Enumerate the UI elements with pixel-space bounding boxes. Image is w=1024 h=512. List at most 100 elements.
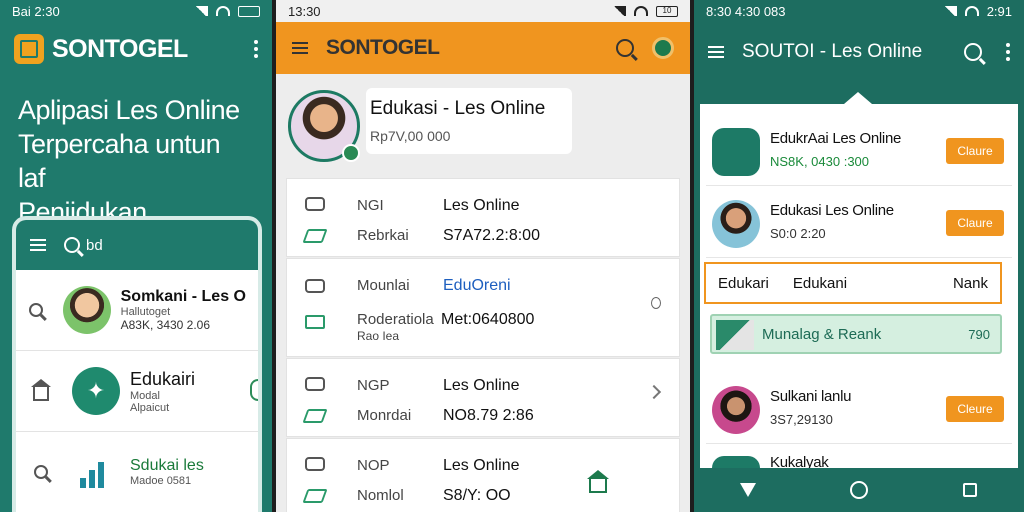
row-value: Les Online bbox=[443, 197, 520, 214]
banner-value: 790 bbox=[968, 326, 990, 342]
search-icon[interactable] bbox=[64, 237, 80, 253]
chevron-right-icon[interactable] bbox=[646, 384, 662, 400]
row-link[interactable]: EduOreni bbox=[443, 277, 511, 295]
home-icon[interactable] bbox=[849, 481, 868, 499]
avatar bbox=[712, 386, 760, 434]
item-title: Edukasi Les Online bbox=[770, 202, 894, 219]
item-subtitle: Madoe 0581 bbox=[130, 475, 192, 487]
wifi-icon bbox=[634, 6, 648, 16]
tab-edukani[interactable]: Edukani bbox=[781, 275, 859, 292]
tag-icon bbox=[302, 489, 328, 503]
profile-card: Edukasi - Les Online Rp7V,00 000 bbox=[366, 88, 572, 154]
status-time: Bai 2:30 bbox=[12, 3, 60, 19]
search-icon[interactable] bbox=[964, 43, 982, 61]
item-title: Edukairi bbox=[130, 368, 196, 389]
item-title: Somkani - Les O bbox=[120, 288, 246, 305]
row-label: Mounlai bbox=[357, 277, 410, 294]
avatar bbox=[62, 286, 111, 334]
list-item[interactable]: EdukrAai Les Online NS8K, 0430 :300 Clau… bbox=[706, 116, 1012, 186]
banner-text: Munalag & Reank bbox=[762, 325, 882, 343]
activity-icon: ✦ bbox=[72, 367, 120, 415]
battery-icon bbox=[238, 5, 260, 17]
tag-icon bbox=[302, 229, 328, 243]
signal-icon bbox=[942, 6, 957, 16]
home-icon[interactable] bbox=[587, 470, 609, 493]
menu-icon[interactable] bbox=[30, 239, 46, 251]
profile-name: Edukasi - Les Online bbox=[370, 98, 546, 119]
detail-row[interactable]: NOP Les Online Nomlol S8/Y: OO bbox=[286, 438, 680, 512]
hero-line: Aplipasi Les Online bbox=[18, 95, 240, 125]
app-icon bbox=[712, 128, 760, 176]
more-menu-icon[interactable] bbox=[254, 40, 258, 58]
document-icon bbox=[305, 377, 325, 391]
detail-list: NGI Les Online Rebrkai S7A72.2:8:00 Moun… bbox=[286, 178, 680, 512]
list-item[interactable]: Somkani - Les O Hallutoget A83K, 3430 2.… bbox=[16, 270, 258, 351]
search-icon[interactable] bbox=[616, 39, 634, 57]
signal-icon bbox=[194, 6, 208, 16]
row-value: S8/Y: OO bbox=[443, 487, 511, 504]
row-label: Rebrkai bbox=[357, 227, 409, 244]
list-item[interactable]: Edukasi Les Online S0:0 2:20 Claure bbox=[706, 188, 1012, 258]
row-value: Les Online bbox=[443, 457, 520, 474]
row-label: Monrdai bbox=[357, 407, 412, 424]
menu-icon[interactable] bbox=[292, 42, 308, 54]
search-icon bbox=[34, 465, 48, 479]
search-icon bbox=[29, 303, 44, 317]
row-value: Met:0640800 bbox=[441, 311, 535, 328]
more-menu-icon[interactable] bbox=[1006, 43, 1010, 61]
item-button[interactable]: Cleure bbox=[946, 396, 1004, 422]
profile-header: Edukasi - Les Online Rp7V,00 000 bbox=[276, 74, 690, 174]
cloud-icon bbox=[305, 197, 325, 211]
tag-icon bbox=[302, 409, 328, 423]
back-icon[interactable] bbox=[740, 483, 757, 497]
app-bar: SONTOGEL bbox=[0, 22, 272, 76]
recent-apps-icon[interactable] bbox=[962, 483, 977, 497]
detail-row[interactable]: NGI Les Online Rebrkai S7A72.2:8:00 bbox=[286, 178, 680, 257]
leaf-icon[interactable] bbox=[652, 37, 674, 59]
tab-nank[interactable]: Nank bbox=[941, 275, 1000, 292]
avatar bbox=[712, 200, 760, 248]
screen-home: Bai 2:30 SONTOGEL Aplipasi Les Online Te… bbox=[0, 0, 272, 512]
list-item[interactable]: ✦ Edukairi Modal Alpaicut bbox=[16, 351, 258, 432]
row-value: NO8.79 2:86 bbox=[443, 407, 534, 424]
row-label: NOP bbox=[357, 457, 390, 474]
hero-heading: Aplipasi Les Online Terpercaha untun laf… bbox=[0, 76, 272, 227]
item-button[interactable]: Claure bbox=[946, 210, 1004, 236]
hero-line: Terpercaha untun laf bbox=[18, 129, 221, 193]
item-subtitle: Modal bbox=[130, 389, 160, 402]
item-value: A83K, 3430 2.06 bbox=[120, 318, 211, 332]
promo-banner[interactable]: Munalag & Reank 790 bbox=[710, 314, 1002, 354]
phone-preview: bd Somkani - Les O Hallutoget A83K, 3430… bbox=[12, 216, 262, 512]
item-title: Sulkani lanlu bbox=[770, 388, 852, 405]
list-item[interactable]: Sdukai les Madoe 0581 bbox=[16, 432, 258, 512]
item-title: EdukrAai Les Online bbox=[770, 130, 902, 147]
row-label: Roderatiola bbox=[357, 311, 434, 328]
menu-icon[interactable] bbox=[708, 46, 724, 58]
wifi-icon bbox=[964, 6, 979, 16]
status-right: 2:91 bbox=[986, 3, 1012, 19]
item-subtitle: NS8K, 0430 :300 bbox=[770, 154, 870, 169]
filter-tabs: Edukari Edukani Nank bbox=[704, 262, 1002, 304]
screen-list: 8:30 4:30 083 2:91 SOUTOI - Les Online E… bbox=[694, 0, 1024, 512]
item-value: Alpaicut bbox=[130, 401, 170, 414]
item-button[interactable]: Claure bbox=[946, 138, 1004, 164]
home-icon bbox=[31, 378, 51, 401]
app-logo-icon bbox=[14, 34, 44, 64]
phone-search-bar[interactable]: bd bbox=[16, 220, 258, 270]
status-time: 13:30 bbox=[288, 3, 321, 19]
search-text: bd bbox=[86, 236, 103, 254]
item-subtitle: S0:0 2:20 bbox=[770, 226, 826, 241]
item-subtitle: Hallutoget bbox=[120, 306, 171, 318]
row-label: Rao Iea bbox=[357, 329, 400, 343]
radio-icon[interactable] bbox=[651, 297, 661, 309]
app-brand: SONTOGEL bbox=[326, 36, 440, 59]
row-label: Nomlol bbox=[357, 487, 404, 504]
detail-row[interactable]: NGP Les Online Monrdai NO8.79 2:86 bbox=[286, 358, 680, 437]
detail-row[interactable]: Mounlai EduOreni Roderatiola Rao Iea Met… bbox=[286, 258, 680, 357]
row-value: S7A72.2:8:00 bbox=[443, 227, 540, 244]
signal-icon bbox=[612, 6, 626, 16]
document-icon bbox=[305, 457, 325, 471]
list-item[interactable]: Sulkani lanlu 3S7,29130 Cleure bbox=[706, 374, 1012, 444]
system-nav-bar bbox=[694, 468, 1024, 512]
tab-edukari[interactable]: Edukari bbox=[706, 275, 781, 292]
